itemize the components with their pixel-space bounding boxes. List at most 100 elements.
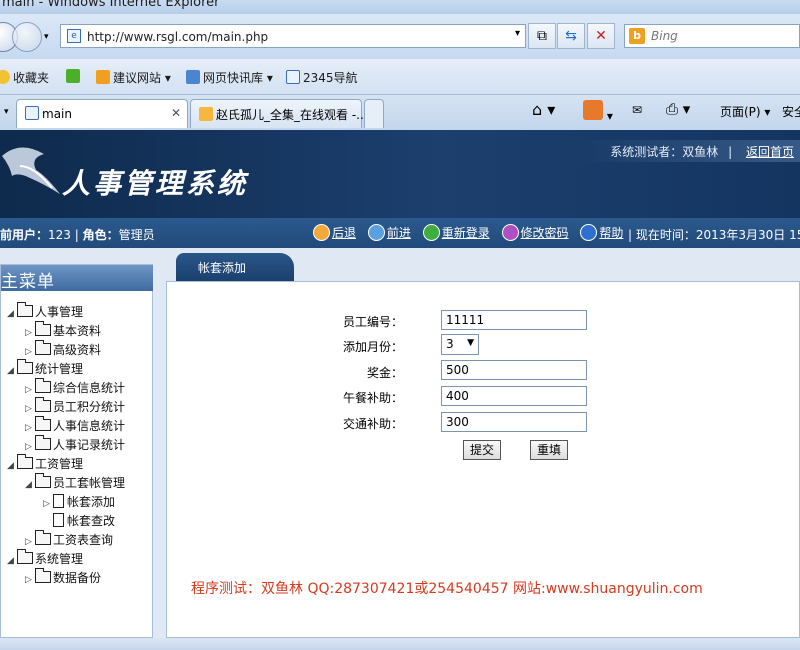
submit-button[interactable]: 提交 [463, 440, 502, 460]
folder-icon [35, 435, 51, 450]
sidebar: 主菜单 ◢ 人事管理 ▷ 基本资料 ▷ 高级资料 ◢ 统计管理 ▷ 综合信息统计 ▷ 员工积… [0, 264, 153, 638]
tree-node-advanced-info[interactable]: ▷ 高级资料 [25, 340, 101, 359]
tree-node-overall-stats[interactable]: ▷ 综合信息统计 [25, 378, 125, 397]
status-bar [0, 638, 800, 650]
tree-node-edit-account-set[interactable]: 帐套查改 [43, 512, 115, 530]
back-home-link[interactable]: 返回首页 [746, 145, 794, 159]
stop-icon[interactable]: ✕ [587, 23, 615, 49]
collapsed-icon: ▷ [25, 328, 32, 338]
employee-id-field[interactable]: 11111 [441, 310, 587, 330]
add-favorite-icon[interactable] [66, 69, 83, 84]
tree-node-payroll[interactable]: ◢ 工资管理 [7, 454, 83, 473]
relogin-link[interactable]: 重新登录 [442, 226, 490, 240]
compatibility-view-icon[interactable]: ⧉ [528, 23, 556, 49]
tree-node-hr-info-stats[interactable]: ▷ 人事信息统计 [25, 416, 125, 435]
new-tab-button[interactable] [364, 99, 384, 128]
forward-button[interactable] [12, 22, 42, 52]
content-panel: 员工编号： 11111 添加月份： 3 ▼ 奖金： 500 午餐补助： 400 … [166, 281, 800, 638]
tab-add-account-set[interactable]: 帐套添加 [176, 253, 294, 281]
back-link[interactable]: 后退 [332, 226, 356, 240]
tree-node-system[interactable]: ◢ 系统管理 [7, 549, 83, 568]
action-links: 后退 前进 重新登录 修改密码 帮助 [313, 224, 631, 241]
address-field[interactable]: e http://www.rsgl.com/main.php ▾ [60, 24, 526, 48]
folder-icon [17, 359, 33, 374]
recent-pages-dropdown-icon[interactable]: ▾ [44, 32, 49, 42]
month-select[interactable]: 3 ▼ [441, 334, 479, 355]
divider: | [728, 145, 733, 159]
sohu-tab-icon [199, 107, 213, 121]
web-slice-icon [186, 70, 200, 84]
change-password-link[interactable]: 修改密码 [521, 226, 569, 240]
collapsed-icon: ▷ [25, 404, 32, 414]
window-title: main - Windows Internet Explorer [2, 0, 220, 10]
search-field[interactable]: b Bing [624, 24, 800, 48]
current-time: | 现在时间：2013年3月30日 15:02 [628, 228, 800, 242]
forward-arrow-icon [367, 224, 385, 241]
print-icon[interactable]: ⎙ ▾ [666, 100, 690, 118]
bonus-field[interactable]: 500 [441, 360, 587, 380]
favorites-button[interactable]: 收藏夹 [0, 69, 49, 86]
read-mail-icon[interactable]: ✉ [632, 103, 642, 117]
suggested-sites-link[interactable]: 建议网站 ▾ [96, 69, 171, 86]
folder-icon [35, 340, 51, 355]
forward-link[interactable]: 前进 [387, 226, 411, 240]
tree-node-backup[interactable]: ▷ 数据备份 [25, 568, 101, 587]
nav-2345-link[interactable]: 2345导航 [286, 69, 358, 86]
tree-node-points-stats[interactable]: ▷ 员工积分统计 [25, 397, 125, 416]
tab-row: ▾ main ✕ 赵氏孤儿_全集_在线观看 -... ⌂ ▾ ▾ ✉ ⎙ ▾ 页… [0, 95, 800, 130]
month-label: 添加月份： [343, 340, 404, 354]
folder-icon [17, 549, 33, 564]
document-icon [53, 513, 64, 527]
safety-menu[interactable]: 安全 [782, 103, 800, 120]
web-slice-gallery-link[interactable]: 网页快讯库 ▾ [186, 69, 273, 86]
role-value: 管理员 [118, 228, 155, 242]
sidebar-heading: 主菜单 [1, 265, 153, 292]
home-icon[interactable]: ⌂ ▾ [532, 100, 555, 119]
tree-node-statistics[interactable]: ◢ 统计管理 [7, 359, 83, 378]
address-dropdown-icon[interactable]: ▾ [515, 28, 520, 39]
tree-node-account-sets[interactable]: ◢ 员工套帐管理 [25, 473, 125, 492]
transport-subsidy-field[interactable]: 300 [441, 412, 587, 432]
tester-label: 系统测试者：双鱼林 [610, 145, 719, 159]
tab-list-dropdown-icon[interactable]: ▾ [4, 107, 9, 117]
folder-icon [35, 397, 51, 412]
tester-info: 系统测试者：双鱼林 | 返回首页 [580, 140, 800, 162]
address-bar-row: ▾ e http://www.rsgl.com/main.php ▾ ⧉ ⇆ ✕… [0, 14, 800, 59]
folder-icon [35, 378, 51, 393]
collapsed-icon: ▷ [25, 442, 32, 452]
star-icon [0, 70, 10, 84]
close-tab-icon[interactable]: ✕ [171, 106, 181, 120]
document-icon [53, 494, 64, 508]
current-user-label: 前用户： [0, 228, 49, 242]
bing-logo-icon: b [629, 28, 645, 44]
tab-video[interactable]: 赵氏孤儿_全集_在线观看 -... [190, 99, 368, 128]
month-value: 3 [446, 337, 454, 351]
tree-node-payroll-query[interactable]: ▷ 工资表查询 [25, 530, 113, 549]
help-icon [580, 224, 598, 241]
tree-node-basic-info[interactable]: ▷ 基本资料 [25, 321, 101, 340]
tree-node-hr-record-stats[interactable]: ▷ 人事记录统计 [25, 435, 125, 454]
expanded-icon: ◢ [7, 461, 14, 471]
page-menu[interactable]: 页面(P) ▾ [720, 103, 770, 120]
reset-button[interactable]: 重填 [530, 440, 569, 460]
tree-node-add-account-set[interactable]: ▷ 帐套添加 [43, 493, 115, 511]
content-tab-strip: 帐套添加 [166, 249, 800, 281]
developer-note: 程序测试：双鱼林 QQ:287307421或254540457 网站:www.s… [191, 581, 703, 597]
chevron-down-icon: ▼ [467, 338, 474, 348]
folder-icon [35, 473, 51, 488]
transport-subsidy-label: 交通补助： [343, 417, 404, 431]
help-link[interactable]: 帮助 [599, 226, 623, 240]
tree-node-hr[interactable]: ◢ 人事管理 [7, 302, 83, 321]
crane-logo-icon [2, 147, 60, 194]
tab-main[interactable]: main ✕ [16, 99, 188, 128]
back-arrow-icon [313, 224, 330, 241]
collapsed-icon: ▷ [25, 385, 32, 395]
lunch-subsidy-field[interactable]: 400 [441, 386, 587, 406]
rss-feed-icon[interactable]: ▾ [583, 100, 613, 123]
window-title-bar: main - Windows Internet Explorer [0, 0, 800, 14]
relogin-icon [422, 224, 440, 241]
refresh-icon[interactable]: ⇆ [557, 23, 585, 49]
favorites-bar: 收藏夹 建议网站 ▾ 网页快讯库 ▾ 2345导航 [0, 59, 800, 95]
folder-icon [17, 302, 33, 317]
ie-tab-icon [25, 106, 39, 120]
